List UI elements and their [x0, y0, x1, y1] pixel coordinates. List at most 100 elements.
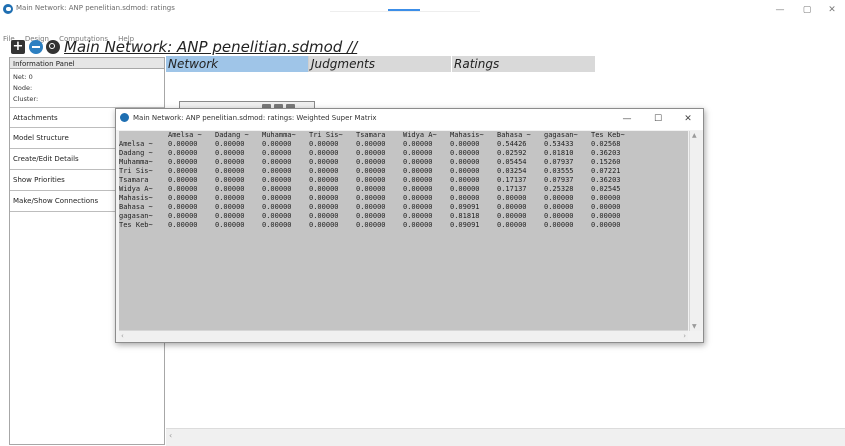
matrix-cell: 0.00000 [356, 149, 386, 157]
minimize-button[interactable]: — [770, 3, 790, 17]
matrix-area: Amelsa ~ Dadang ~ Muhamma~ Tri Sis~ Tsam… [119, 131, 688, 331]
scroll-left-arrow-icon[interactable]: ‹ [121, 332, 124, 340]
remove-icon[interactable] [29, 40, 43, 54]
matrix-cell: 0.25328 [544, 185, 574, 193]
view-tabs: Network Judgments Ratings [166, 56, 596, 72]
matrix-column-header: Tri Sis~ [309, 131, 343, 139]
matrix-cell: 0.00000 [450, 140, 480, 148]
matrix-cell: 0.00000 [403, 194, 433, 202]
matrix-row-label: Amelsa ~ [119, 140, 153, 148]
matrix-cell: 0.00000 [450, 194, 480, 202]
matrix-column-header: Tsamara [356, 131, 386, 139]
scroll-left-arrow-icon[interactable]: ‹ [169, 431, 172, 440]
scroll-right-arrow-icon[interactable]: › [683, 332, 686, 340]
matrix-column-header: Muhamma~ [262, 131, 296, 139]
matrix-cell: 0.00000 [356, 185, 386, 193]
matrix-cell: 0.00000 [215, 149, 245, 157]
matrix-cell: 0.00000 [168, 149, 198, 157]
matrix-cell: 0.00000 [215, 140, 245, 148]
matrix-cell: 0.07937 [544, 176, 574, 184]
matrix-row: Tes Keb~ 0.00000 0.00000 0.00000 0.00000 0.00… [119, 221, 638, 230]
matrix-vertical-scrollbar[interactable]: ▲ ▼ [689, 131, 702, 331]
tab-judgments[interactable]: Judgments [309, 56, 452, 72]
matrix-cell: 0.00000 [591, 212, 621, 220]
matrix-cell: 0.00000 [497, 203, 527, 211]
search-icon[interactable] [46, 40, 60, 54]
matrix-row: Amelsa ~ 0.00000 0.00000 0.00000 0.00000 0.00… [119, 140, 638, 149]
matrix-cell: 0.00000 [403, 140, 433, 148]
matrix-cell: 0.00000 [168, 140, 198, 148]
matrix-cell: 0.00000 [309, 221, 339, 229]
matrix-cell: 0.00000 [450, 149, 480, 157]
matrix-cell: 0.00000 [262, 176, 292, 184]
matrix-cell: 0.00000 [403, 176, 433, 184]
matrix-row-label: Bahasa ~ [119, 203, 153, 211]
matrix-cell: 0.00000 [309, 212, 339, 220]
matrix-header-row: Amelsa ~ Dadang ~ Muhamma~ Tri Sis~ Tsam… [119, 131, 638, 140]
matrix-cell: 0.07221 [591, 167, 621, 175]
information-panel-header: Information Panel [10, 57, 164, 69]
cluster-label: Cluster: [13, 95, 39, 103]
matrix-cell: 0.54426 [497, 140, 527, 148]
canvas-horizontal-scrollbar[interactable]: ‹ [166, 428, 845, 446]
matrix-column-header: Bahasa ~ [497, 131, 531, 139]
matrix-cell: 0.17137 [497, 176, 527, 184]
titlebar-accent [388, 9, 420, 11]
matrix-row: Tsamara 0.00000 0.00000 0.00000 0.00000 0.000… [119, 176, 638, 185]
matrix-cell: 0.00000 [215, 167, 245, 175]
matrix-cell: 0.53433 [544, 140, 574, 148]
matrix-row: Tri Sis~ 0.00000 0.00000 0.00000 0.00000 0.00… [119, 167, 638, 176]
tab-network[interactable]: Network [166, 56, 309, 72]
maximize-button[interactable]: ▢ [797, 3, 817, 17]
window-title: Main Network: ANP penelitian.sdmod: rati… [16, 4, 175, 12]
matrix-column-header: Dadang ~ [215, 131, 249, 139]
scroll-down-arrow-icon[interactable]: ▼ [692, 323, 697, 330]
matrix-row: Dadang ~ 0.00000 0.00000 0.00000 0.00000 0.00… [119, 149, 638, 158]
weighted-super-matrix-window: Main Network: ANP penelitian.sdmod: rati… [115, 108, 704, 343]
matrix-row-label: Dadang ~ [119, 149, 153, 157]
matrix-cell: 0.00000 [262, 185, 292, 193]
popup-minimize-button[interactable]: — [618, 112, 636, 126]
matrix-cell: 0.00000 [450, 185, 480, 193]
matrix-cell: 0.00000 [168, 212, 198, 220]
tab-ratings[interactable]: Ratings [452, 56, 595, 72]
close-button[interactable]: ✕ [822, 3, 842, 17]
matrix-cell: 0.00000 [262, 212, 292, 220]
net-label: Net: 0 [13, 73, 33, 81]
matrix-cell: 0.00000 [215, 221, 245, 229]
popup-maximize-button[interactable]: ☐ [649, 112, 667, 126]
matrix-cell: 0.17137 [497, 185, 527, 193]
matrix-cell: 0.00000 [262, 221, 292, 229]
matrix-cell: 0.00000 [168, 203, 198, 211]
matrix-cell: 0.02592 [497, 149, 527, 157]
matrix-cell: 0.00000 [497, 194, 527, 202]
matrix-column-header: Amelsa ~ [168, 131, 202, 139]
matrix-horizontal-scrollbar[interactable]: ‹ › [119, 330, 688, 341]
matrix-cell: 0.00000 [215, 185, 245, 193]
matrix-cell: 0.00000 [215, 203, 245, 211]
matrix-cell: 0.00000 [168, 221, 198, 229]
toolbar: + Main Network: ANP penelitian.sdmod // [0, 38, 845, 58]
matrix-cell: 0.00000 [356, 140, 386, 148]
matrix-cell: 0.00000 [215, 158, 245, 166]
add-icon[interactable]: + [11, 40, 25, 54]
matrix-cell: 0.00000 [591, 203, 621, 211]
matrix-cell: 0.00000 [403, 167, 433, 175]
popup-close-button[interactable]: ✕ [679, 112, 697, 126]
matrix-cell: 0.00000 [262, 158, 292, 166]
matrix-cell: 0.09091 [450, 221, 480, 229]
matrix-cell: 0.00000 [356, 158, 386, 166]
matrix-cell: 0.09091 [450, 203, 480, 211]
matrix-cell: 0.36203 [591, 149, 621, 157]
matrix-cell: 0.00000 [403, 212, 433, 220]
super-matrix-table: Amelsa ~ Dadang ~ Muhamma~ Tri Sis~ Tsam… [119, 131, 638, 230]
matrix-cell: 0.00000 [356, 194, 386, 202]
scroll-up-arrow-icon[interactable]: ▲ [692, 132, 697, 139]
matrix-row-label: Widya A~ [119, 185, 153, 193]
network-title-link[interactable]: Main Network: ANP penelitian.sdmod // [64, 38, 357, 56]
matrix-cell: 0.00000 [215, 176, 245, 184]
matrix-column-header: Mahasis~ [450, 131, 484, 139]
matrix-cell: 0.00000 [262, 203, 292, 211]
matrix-row-label: Muhamma~ [119, 158, 153, 166]
matrix-cell: 0.00000 [215, 212, 245, 220]
